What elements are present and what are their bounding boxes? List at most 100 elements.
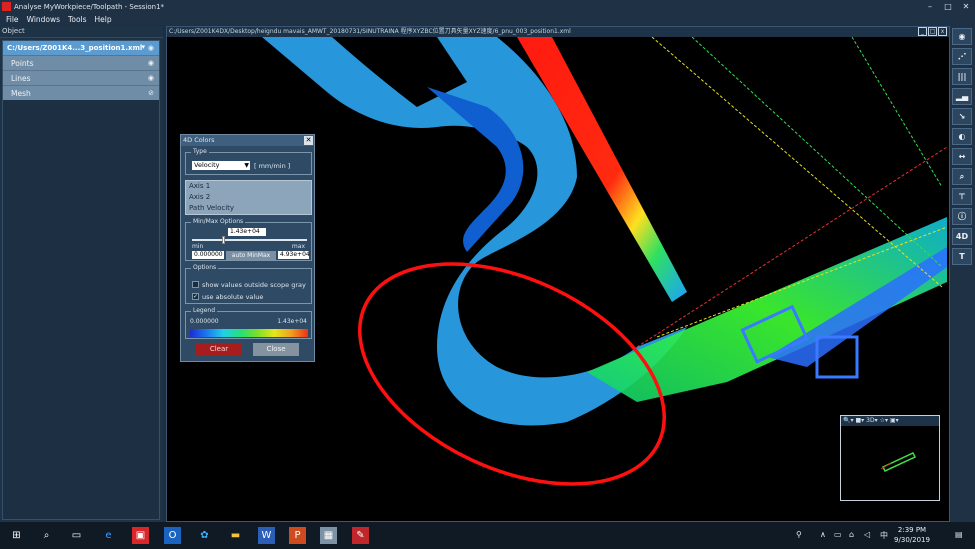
tree-item-label: Mesh bbox=[11, 88, 31, 98]
tree-root-label: C:/Users/Z001K4...3_position1.xml bbox=[7, 44, 143, 52]
tree-item-points[interactable]: Points ◉ bbox=[3, 55, 159, 70]
show-outside-gray-checkbox[interactable] bbox=[192, 281, 199, 288]
title-bar: Analyse MyWorkpiece/Toolpath - Session1*… bbox=[0, 0, 975, 13]
network-app-icon[interactable]: ✿ bbox=[196, 527, 213, 544]
maximize-icon[interactable]: □ bbox=[939, 0, 957, 13]
max-value-field[interactable]: 4.93e+04 bbox=[278, 251, 310, 259]
list-item[interactable]: Axis 1 bbox=[186, 181, 311, 192]
clear-button[interactable]: Clear bbox=[196, 343, 242, 356]
battery-icon[interactable]: ▭ bbox=[834, 530, 842, 539]
menu-windows[interactable]: Windows bbox=[27, 15, 60, 24]
tree-root-file[interactable]: C:/Users/Z001K4...3_position1.xml ▾ ◉ bbox=[3, 41, 159, 55]
tree-item-lines[interactable]: Lines ◉ bbox=[3, 70, 159, 85]
viewport-close-icon[interactable]: x bbox=[938, 27, 947, 36]
red-app-icon[interactable]: ▣ bbox=[132, 527, 149, 544]
viewport-minimize-icon[interactable]: _ bbox=[918, 27, 927, 36]
minmax-group: Min/Max Options 1.43e+04 min max 0.00000… bbox=[185, 218, 312, 261]
clock-date: 9/30/2019 bbox=[894, 536, 930, 544]
minimize-icon[interactable]: – bbox=[921, 0, 939, 13]
checkbox-label: use absolute value bbox=[202, 293, 264, 301]
type-group-label: Type bbox=[191, 148, 209, 155]
zoom-icon[interactable]: 🔍▾ bbox=[843, 416, 853, 426]
list-item[interactable]: Path Velocity bbox=[186, 203, 311, 214]
eye-icon[interactable]: ◉ bbox=[952, 28, 972, 45]
options-group-label: Options bbox=[191, 264, 219, 271]
checkbox-label: show values outside scope gray bbox=[202, 281, 306, 289]
legend-color-bar bbox=[190, 329, 308, 337]
minmax-slider[interactable] bbox=[192, 239, 307, 241]
volume-icon[interactable]: ◁ bbox=[864, 530, 870, 539]
camera-icon[interactable]: ■▾ bbox=[855, 416, 864, 426]
absolute-value-checkbox[interactable]: ✓ bbox=[192, 293, 199, 300]
powerpoint-icon[interactable]: P bbox=[289, 527, 306, 544]
word-icon[interactable]: W bbox=[258, 527, 275, 544]
axis-dashed-line bbox=[851, 37, 943, 188]
taskbar-clock[interactable]: 2:39 PM 9/30/2019 bbox=[887, 525, 937, 545]
eye-icon[interactable]: ◉ bbox=[148, 74, 154, 82]
list-item[interactable]: Axis 2 bbox=[186, 192, 311, 203]
viewport-maximize-icon[interactable]: □ bbox=[928, 27, 937, 36]
eye-hidden-icon[interactable]: ⊘ bbox=[148, 89, 154, 97]
tree-item-mesh[interactable]: Mesh ⊘ bbox=[3, 85, 159, 100]
analyse-app-icon[interactable]: ▦ bbox=[320, 527, 337, 544]
chevron-down-icon: ▼ bbox=[244, 162, 249, 169]
pdf-icon[interactable]: ✎ bbox=[352, 527, 369, 544]
dropdown-icon[interactable]: ▾ bbox=[141, 43, 145, 51]
mail-icon[interactable]: O bbox=[164, 527, 181, 544]
min-value-field[interactable]: 0.000000 bbox=[192, 251, 224, 259]
star-icon[interactable]: ☆▾ bbox=[880, 416, 888, 426]
menu-bar: File Windows Tools Help bbox=[0, 13, 975, 25]
measure-icon[interactable]: ↔ bbox=[952, 148, 972, 165]
right-toolbar: ◉ ⋰ ||| ▂▄ ↘ ◐ ↔ ⌕ ⊤ ⓘ 4D T bbox=[950, 26, 975, 522]
close-button[interactable]: Close bbox=[253, 343, 299, 356]
notification-icon[interactable]: ▤ bbox=[955, 530, 963, 539]
options-group: Options show values outside scope gray ✓… bbox=[185, 264, 312, 304]
bars-icon[interactable]: ||| bbox=[952, 68, 972, 85]
people-icon[interactable]: ⚲ bbox=[796, 530, 802, 539]
navigation-minimap[interactable]: 🔍▾ ■▾ 3D▾ ☆▾ ▣▾ bbox=[840, 415, 940, 501]
info-icon[interactable]: ⓘ bbox=[952, 208, 972, 225]
max-label: max bbox=[291, 243, 305, 250]
minimap-toolbar: 🔍▾ ■▾ 3D▾ ☆▾ ▣▾ bbox=[841, 416, 939, 426]
color-icon[interactable]: ◐ bbox=[952, 128, 972, 145]
start-icon[interactable]: ⊞ bbox=[8, 527, 25, 544]
menu-file[interactable]: File bbox=[6, 15, 19, 24]
minimap-view bbox=[880, 452, 917, 472]
browser-icon[interactable]: e bbox=[100, 527, 117, 544]
menu-help[interactable]: Help bbox=[95, 15, 112, 24]
legend-min: 0.000000 bbox=[190, 318, 219, 325]
current-value-field[interactable]: 1.43e+04 bbox=[228, 228, 266, 236]
4d-colors-dialog: 4D Colors ✕ Type Velocity ▼ [ mm/min ] A… bbox=[180, 134, 315, 362]
dialog-title: 4D Colors ✕ bbox=[181, 135, 314, 146]
close-icon[interactable]: ✕ bbox=[957, 0, 975, 13]
chevron-up-icon[interactable]: ∧ bbox=[820, 530, 826, 539]
min-slider-handle[interactable] bbox=[222, 236, 225, 244]
auto-minmax-button[interactable]: auto MinMax bbox=[226, 251, 276, 260]
chart-icon[interactable]: ▂▄ bbox=[952, 88, 972, 105]
axis-icon[interactable]: ↘ bbox=[952, 108, 972, 125]
axis-list[interactable]: Axis 1 Axis 2 Path Velocity bbox=[185, 180, 312, 215]
zoom-icon[interactable]: ⌕ bbox=[952, 168, 972, 185]
taskbar: ⊞ ⌕ ▭ e ▣ O ✿ ▬ W P ▦ ✎ ⚲ ∧ ▭ ⌂ ◁ 中 2:39… bbox=[0, 522, 975, 549]
network-icon[interactable]: ⌂ bbox=[849, 530, 854, 539]
type-group: Type Velocity ▼ [ mm/min ] bbox=[185, 148, 312, 175]
3d-view-icon[interactable]: 3D▾ bbox=[866, 416, 877, 426]
eye-icon[interactable]: ◉ bbox=[148, 44, 154, 52]
task-view-icon[interactable]: ▭ bbox=[68, 527, 85, 544]
minmax-group-label: Min/Max Options bbox=[191, 218, 246, 225]
points-icon[interactable]: ⋰ bbox=[952, 48, 972, 65]
type-select-value: Velocity bbox=[194, 161, 220, 169]
tree-item-label: Points bbox=[11, 58, 34, 68]
folder-icon[interactable]: ▬ bbox=[227, 527, 244, 544]
type-select[interactable]: Velocity ▼ bbox=[192, 161, 250, 170]
eye-icon[interactable]: ◉ bbox=[148, 59, 154, 67]
text-tool-button[interactable]: T bbox=[952, 248, 972, 265]
screenshot-icon[interactable]: ▣▾ bbox=[890, 416, 899, 426]
legend-group: Legend 0.000000 1.43e+04 bbox=[185, 307, 312, 339]
dialog-close-icon[interactable]: ✕ bbox=[304, 136, 313, 145]
4d-button[interactable]: 4D bbox=[952, 228, 972, 245]
search-icon[interactable]: ⌕ bbox=[38, 527, 55, 544]
menu-tools[interactable]: Tools bbox=[68, 15, 86, 24]
tool-icon[interactable]: ⊤ bbox=[952, 188, 972, 205]
tree-item-label: Lines bbox=[11, 73, 31, 83]
